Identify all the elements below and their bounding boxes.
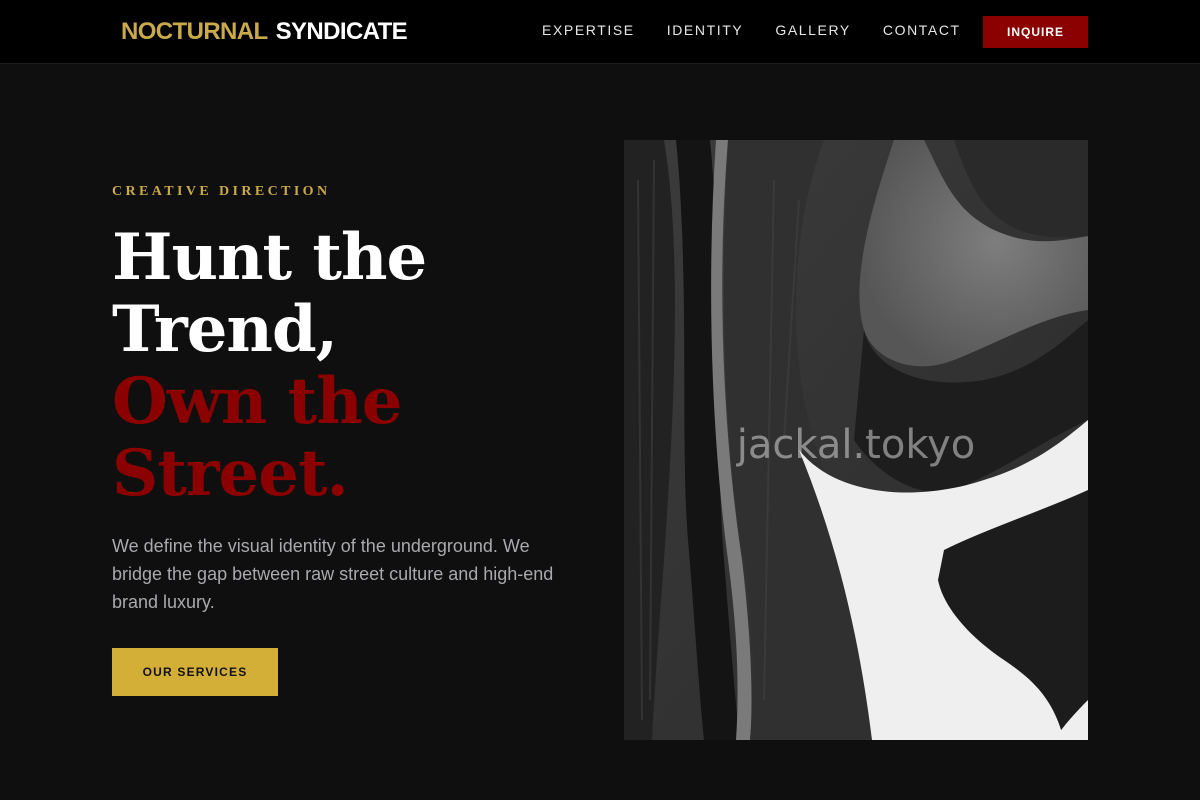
nav-link-expertise[interactable]: EXPERTISE xyxy=(542,22,635,38)
brand-name-second: SYNDICATE xyxy=(275,18,408,45)
hero-description: We define the visual identity of the und… xyxy=(112,536,554,612)
hero-image: jackal.tokyo xyxy=(624,140,1088,740)
main-nav: EXPERTISE IDENTITY GALLERY CONTACT xyxy=(542,0,961,64)
inquire-button[interactable]: INQUIRE xyxy=(983,16,1088,48)
image-watermark: jackal.tokyo xyxy=(736,422,976,468)
brand-logo[interactable]: NOCTURNAL SYNDICATE xyxy=(121,17,408,47)
hero-eyebrow: CREATIVE DIRECTION xyxy=(112,184,331,199)
headline-line-3: Own the xyxy=(112,364,402,439)
headline-line-1: Hunt the xyxy=(112,220,427,295)
hero-headline: Hunt the Trend, Own the Street. xyxy=(112,220,427,511)
headline-line-2: Trend, xyxy=(112,292,338,367)
brand-name-first: NOCTURNAL xyxy=(121,18,268,45)
headline-line-4: Street. xyxy=(112,436,349,511)
nav-link-gallery[interactable]: GALLERY xyxy=(775,22,851,38)
site-header: NOCTURNAL SYNDICATE EXPERTISE IDENTITY GA… xyxy=(0,0,1200,64)
nav-link-contact[interactable]: CONTACT xyxy=(883,22,961,38)
nav-link-identity[interactable]: IDENTITY xyxy=(667,22,744,38)
our-services-button[interactable]: OUR SERVICES xyxy=(112,648,278,696)
